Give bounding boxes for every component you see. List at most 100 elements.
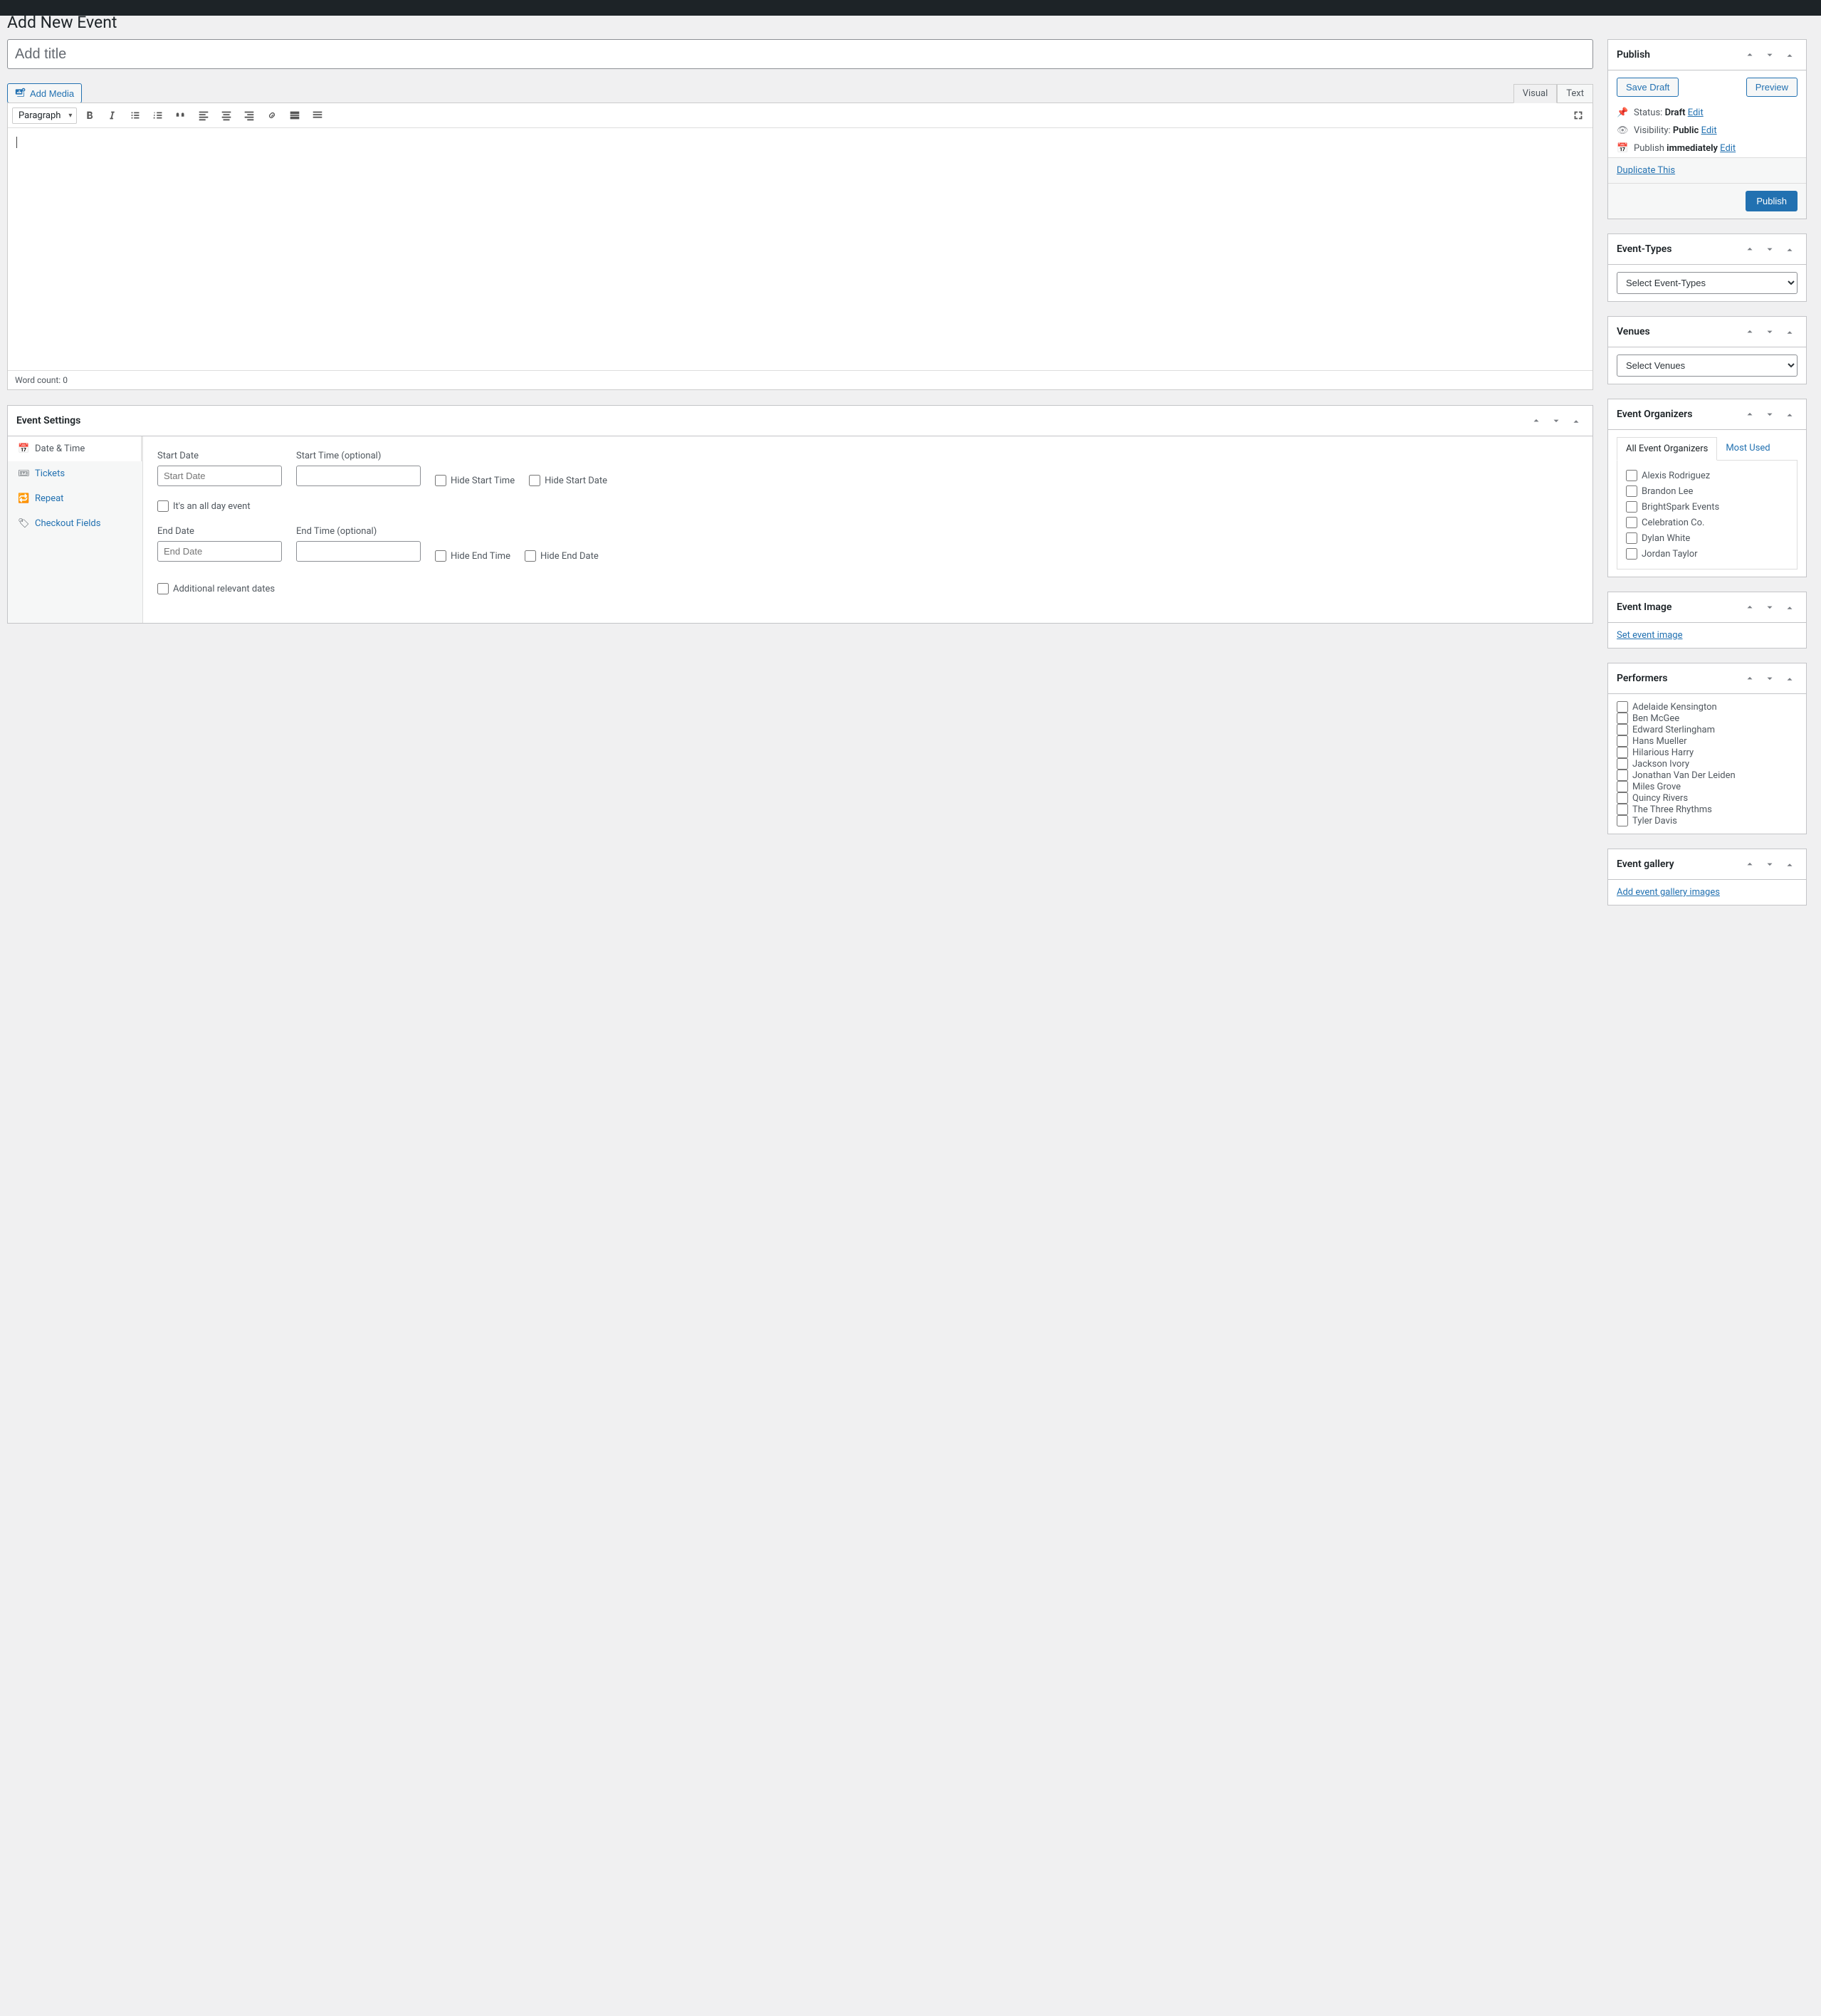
ol-button[interactable] xyxy=(148,106,168,125)
hide-start-time-checkbox[interactable]: Hide Start Time xyxy=(435,475,515,486)
align-left-button[interactable] xyxy=(194,106,214,125)
performer-item[interactable]: Jackson Ivory xyxy=(1617,758,1798,770)
bold-button[interactable] xyxy=(80,106,100,125)
edit-publish-link[interactable]: Edit xyxy=(1720,143,1736,154)
end-date-input[interactable] xyxy=(157,541,282,562)
collapse-icon[interactable] xyxy=(1782,241,1798,257)
chevron-up-icon[interactable] xyxy=(1742,241,1758,257)
toolbar-toggle-button[interactable] xyxy=(308,106,327,125)
event-settings-title: Event Settings xyxy=(16,415,80,426)
save-draft-button[interactable]: Save Draft xyxy=(1617,78,1679,97)
performer-item[interactable]: Jonathan Van Der Leiden xyxy=(1617,770,1798,781)
chevron-down-icon[interactable] xyxy=(1762,599,1778,615)
visual-tab[interactable]: Visual xyxy=(1513,84,1558,103)
quote-button[interactable] xyxy=(171,106,191,125)
duplicate-link[interactable]: Duplicate This xyxy=(1617,165,1675,176)
add-gallery-images-link[interactable]: Add event gallery images xyxy=(1617,887,1720,898)
chevron-up-icon[interactable] xyxy=(1742,47,1758,63)
chevron-down-icon[interactable] xyxy=(1762,406,1778,422)
title-input[interactable] xyxy=(7,39,1593,69)
collapse-icon[interactable] xyxy=(1568,413,1584,429)
edit-visibility-link[interactable]: Edit xyxy=(1701,125,1717,136)
calendar-icon: 📅 xyxy=(1617,143,1628,154)
performer-item[interactable]: Miles Grove xyxy=(1617,781,1798,792)
ul-button[interactable] xyxy=(125,106,145,125)
hide-end-date-checkbox[interactable]: Hide End Date xyxy=(525,550,599,562)
organizers-all-tab[interactable]: All Event Organizers xyxy=(1617,437,1717,461)
event-types-select[interactable]: Select Event-Types xyxy=(1617,272,1798,294)
add-media-button[interactable]: Add Media xyxy=(7,83,82,103)
organizers-mostused-tab[interactable]: Most Used xyxy=(1717,437,1778,460)
collapse-icon[interactable] xyxy=(1782,856,1798,872)
chevron-down-icon[interactable] xyxy=(1762,671,1778,686)
organizer-item[interactable]: BrightSpark Events xyxy=(1626,499,1788,515)
collapse-icon[interactable] xyxy=(1782,47,1798,63)
edit-status-link[interactable]: Edit xyxy=(1688,107,1704,118)
all-day-checkbox[interactable]: It's an all day event xyxy=(157,500,251,512)
venues-metabox: Venues Select Venues xyxy=(1607,316,1807,384)
chevron-up-icon[interactable] xyxy=(1528,413,1544,429)
performers-metabox: Performers Adelaide KensingtonBen McGeeE… xyxy=(1607,663,1807,834)
tag-icon: 🏷 xyxy=(18,518,29,529)
publish-button[interactable]: Publish xyxy=(1746,191,1798,211)
event-image-metabox: Event Image Set event image xyxy=(1607,592,1807,649)
organizer-item[interactable]: Celebration Co. xyxy=(1626,515,1788,530)
chevron-down-icon[interactable] xyxy=(1762,241,1778,257)
end-time-input[interactable] xyxy=(296,541,421,562)
performer-item[interactable]: Hilarious Harry xyxy=(1617,747,1798,758)
chevron-down-icon[interactable] xyxy=(1548,413,1564,429)
chevron-up-icon[interactable] xyxy=(1742,856,1758,872)
editor-content[interactable] xyxy=(8,128,1592,370)
additional-dates-checkbox[interactable]: Additional relevant dates xyxy=(157,583,275,594)
tab-tickets[interactable]: 🎟 Tickets xyxy=(8,461,142,486)
performer-item[interactable]: Ben McGee xyxy=(1617,713,1798,724)
performer-item[interactable]: Tyler Davis xyxy=(1617,815,1798,826)
hide-start-date-checkbox[interactable]: Hide Start Date xyxy=(529,475,607,486)
performer-item[interactable]: Quincy Rivers xyxy=(1617,792,1798,804)
tab-repeat[interactable]: 🔁 Repeat xyxy=(8,486,142,511)
readmore-button[interactable] xyxy=(285,106,305,125)
event-settings-metabox: Event Settings 📅 Date & Time xyxy=(7,405,1593,624)
set-event-image-link[interactable]: Set event image xyxy=(1617,630,1683,641)
ticket-icon: 🎟 xyxy=(18,468,29,479)
organizer-item[interactable]: Jordan Taylor xyxy=(1626,546,1788,562)
venues-select[interactable]: Select Venues xyxy=(1617,355,1798,377)
chevron-up-icon[interactable] xyxy=(1742,406,1758,422)
align-right-button[interactable] xyxy=(239,106,259,125)
preview-button[interactable]: Preview xyxy=(1746,78,1798,97)
chevron-up-icon[interactable] xyxy=(1742,671,1758,686)
fullscreen-button[interactable] xyxy=(1568,106,1588,125)
start-date-input[interactable] xyxy=(157,466,282,486)
performer-item[interactable]: Edward Sterlingham xyxy=(1617,724,1798,735)
start-date-label: Start Date xyxy=(157,451,282,461)
pin-icon: 📌 xyxy=(1617,107,1628,118)
collapse-icon[interactable] xyxy=(1782,324,1798,340)
organizers-metabox: Event Organizers All Event Organizers Mo… xyxy=(1607,399,1807,577)
chevron-up-icon[interactable] xyxy=(1742,599,1758,615)
performer-item[interactable]: Adelaide Kensington xyxy=(1617,701,1798,713)
text-tab[interactable]: Text xyxy=(1557,84,1593,103)
collapse-icon[interactable] xyxy=(1782,406,1798,422)
performer-item[interactable]: Hans Mueller xyxy=(1617,735,1798,747)
organizer-item[interactable]: Dylan White xyxy=(1626,530,1788,546)
tab-date-time[interactable]: 📅 Date & Time xyxy=(8,436,143,461)
link-button[interactable] xyxy=(262,106,282,125)
chevron-down-icon[interactable] xyxy=(1762,856,1778,872)
repeat-icon: 🔁 xyxy=(18,493,29,504)
tab-checkout-fields[interactable]: 🏷 Checkout Fields xyxy=(8,511,142,536)
collapse-icon[interactable] xyxy=(1782,599,1798,615)
italic-button[interactable] xyxy=(103,106,122,125)
chevron-down-icon[interactable] xyxy=(1762,324,1778,340)
chevron-down-icon[interactable] xyxy=(1762,47,1778,63)
align-center-button[interactable] xyxy=(216,106,236,125)
start-time-input[interactable] xyxy=(296,466,421,486)
organizer-item[interactable]: Alexis Rodriguez xyxy=(1626,468,1788,483)
paragraph-select[interactable]: Paragraph xyxy=(12,107,77,124)
hide-end-time-checkbox[interactable]: Hide End Time xyxy=(435,550,510,562)
chevron-up-icon[interactable] xyxy=(1742,324,1758,340)
media-icon xyxy=(15,88,26,99)
page-title: Add New Event xyxy=(7,13,1807,32)
collapse-icon[interactable] xyxy=(1782,671,1798,686)
performer-item[interactable]: The Three Rhythms xyxy=(1617,804,1798,815)
organizer-item[interactable]: Brandon Lee xyxy=(1626,483,1788,499)
